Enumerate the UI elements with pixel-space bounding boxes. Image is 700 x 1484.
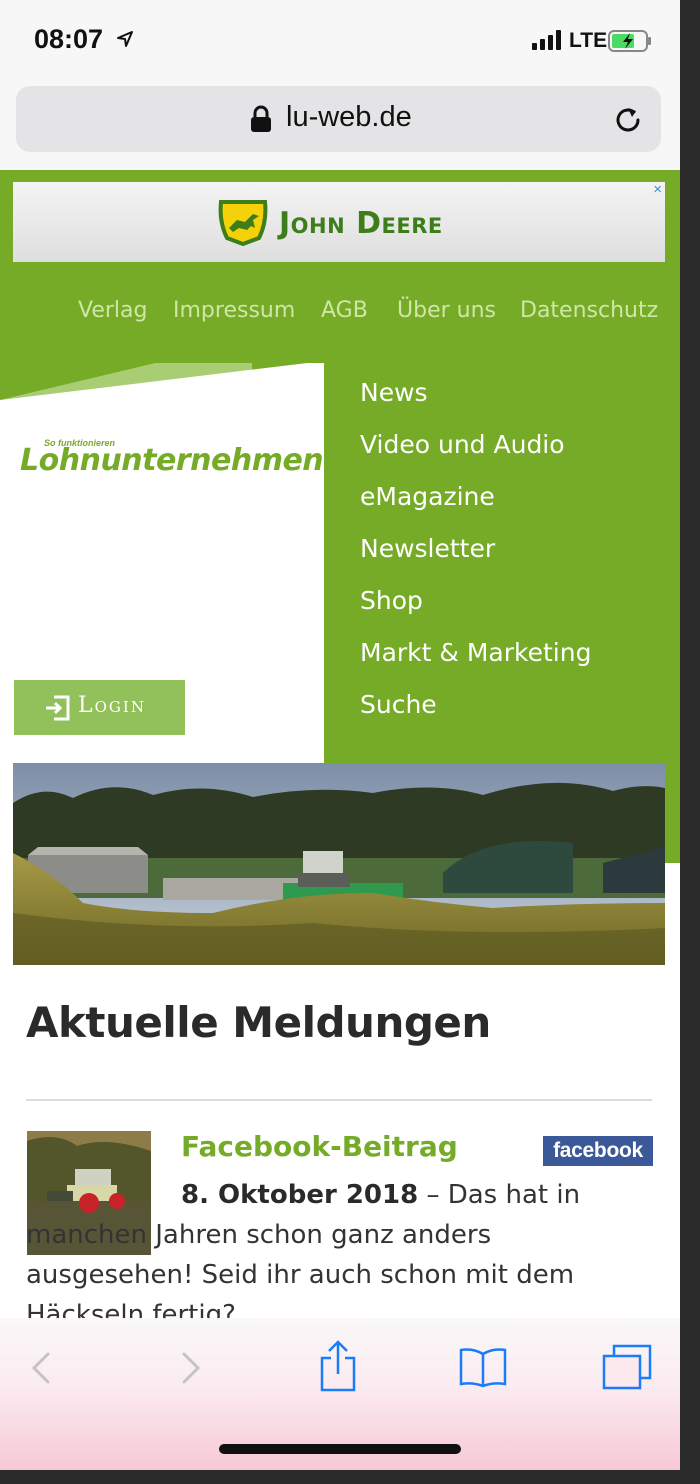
nav-item-markt-marketing[interactable]: Markt & Marketing: [360, 635, 660, 687]
nav-item-video-audio[interactable]: Video und Audio: [360, 427, 660, 479]
login-button[interactable]: Login: [14, 680, 185, 735]
web-page: × John Deere Verlag Impressum AGB Über u…: [0, 170, 680, 1320]
top-nav-datenschutz[interactable]: Datenschutz: [520, 298, 658, 323]
browser-address-area: lu-web.de: [0, 80, 680, 170]
signal-icon: [532, 30, 561, 50]
login-icon: [46, 695, 70, 721]
top-nav-impressum[interactable]: Impressum: [173, 298, 295, 323]
ad-close-button[interactable]: ×: [653, 182, 662, 198]
nav-item-suche[interactable]: Suche: [360, 687, 660, 739]
facebook-badge[interactable]: facebook: [543, 1136, 653, 1166]
login-label: Login: [78, 693, 146, 718]
hero-image: [13, 763, 665, 965]
battery-icon: [608, 30, 651, 52]
news-teaser[interactable]: 8. Oktober 2018 – Das hat in manchen Jah…: [26, 1175, 656, 1320]
ad-banner[interactable]: × John Deere: [13, 182, 665, 262]
status-bar: 08:07 LTE: [0, 0, 680, 80]
bookmarks-icon[interactable]: [458, 1346, 508, 1388]
john-deere-logo: [218, 200, 268, 246]
device-bezel-right: [680, 0, 700, 1484]
site-logo[interactable]: Lohnunternehmen: [20, 443, 324, 478]
device-bezel-bottom: [0, 1470, 700, 1484]
forward-icon[interactable]: [180, 1350, 204, 1386]
share-icon[interactable]: [318, 1340, 358, 1392]
status-time: 08:07: [34, 24, 104, 54]
location-arrow-icon: [117, 31, 133, 47]
news-title[interactable]: Facebook-Beitrag: [181, 1130, 458, 1163]
nav-item-news[interactable]: News: [360, 375, 660, 427]
back-icon[interactable]: [28, 1350, 52, 1386]
section-divider: [26, 1099, 652, 1101]
top-nav: Verlag Impressum AGB Über uns Datenschut…: [78, 298, 668, 332]
reload-icon[interactable]: [612, 104, 644, 136]
home-indicator[interactable]: [219, 1444, 461, 1454]
address-bar[interactable]: lu-web.de: [16, 86, 661, 152]
section-title: Aktuelle Meldungen: [26, 998, 491, 1047]
news-separator: –: [418, 1180, 448, 1210]
top-nav-agb[interactable]: AGB: [321, 298, 368, 323]
phone-screen: 08:07 LTE lu-web.de × John Deere Verlag …: [0, 0, 680, 1470]
news-date: 8. Oktober 2018: [181, 1180, 419, 1210]
browser-toolbar: [0, 1318, 680, 1470]
ad-brand-text: John Deere: [279, 206, 443, 241]
main-nav: News Video und Audio eMagazine Newslette…: [360, 375, 660, 739]
nav-item-shop[interactable]: Shop: [360, 583, 660, 635]
lock-icon: [251, 105, 271, 132]
top-nav-ueber-uns[interactable]: Über uns: [397, 298, 496, 323]
tabs-icon[interactable]: [602, 1344, 652, 1390]
network-type: LTE: [569, 29, 608, 52]
top-nav-verlag[interactable]: Verlag: [78, 298, 147, 323]
nav-item-newsletter[interactable]: Newsletter: [360, 531, 660, 583]
nav-item-emagazine[interactable]: eMagazine: [360, 479, 660, 531]
url-text: lu-web.de: [286, 101, 412, 133]
